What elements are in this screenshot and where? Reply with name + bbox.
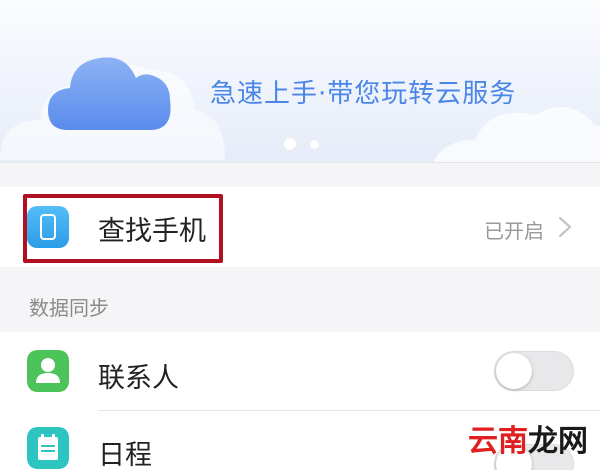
carousel-dots[interactable] [284,138,319,150]
data-sync-section-header: 数据同步 [29,296,109,320]
highlight-annotation-box [23,194,223,263]
site-watermark: 云南龙网 [468,424,588,459]
carousel-dot[interactable] [310,139,319,149]
toggle-knob [496,353,532,389]
contact-icon [27,350,69,392]
cloud-service-page: 急速上手·带您玩转云服务 查找手机 已开启 数据同步 联系人 日程 云南龙网 [0,0,600,470]
sync-item-label: 联系人 [98,363,179,394]
contacts-sync-toggle[interactable] [494,351,574,391]
sync-item-contacts[interactable]: 联系人 [0,332,600,411]
cloud-icon [48,57,171,130]
chevron-right-icon [558,216,572,238]
calendar-icon [27,427,69,469]
sync-item-label: 日程 [98,440,152,470]
carousel-dot-active[interactable] [284,138,296,150]
banner-divider [0,162,600,163]
promo-banner[interactable]: 急速上手·带您玩转云服务 [0,0,600,162]
find-phone-status: 已开启 [484,219,544,243]
banner-tagline: 急速上手·带您玩转云服务 [210,79,517,109]
